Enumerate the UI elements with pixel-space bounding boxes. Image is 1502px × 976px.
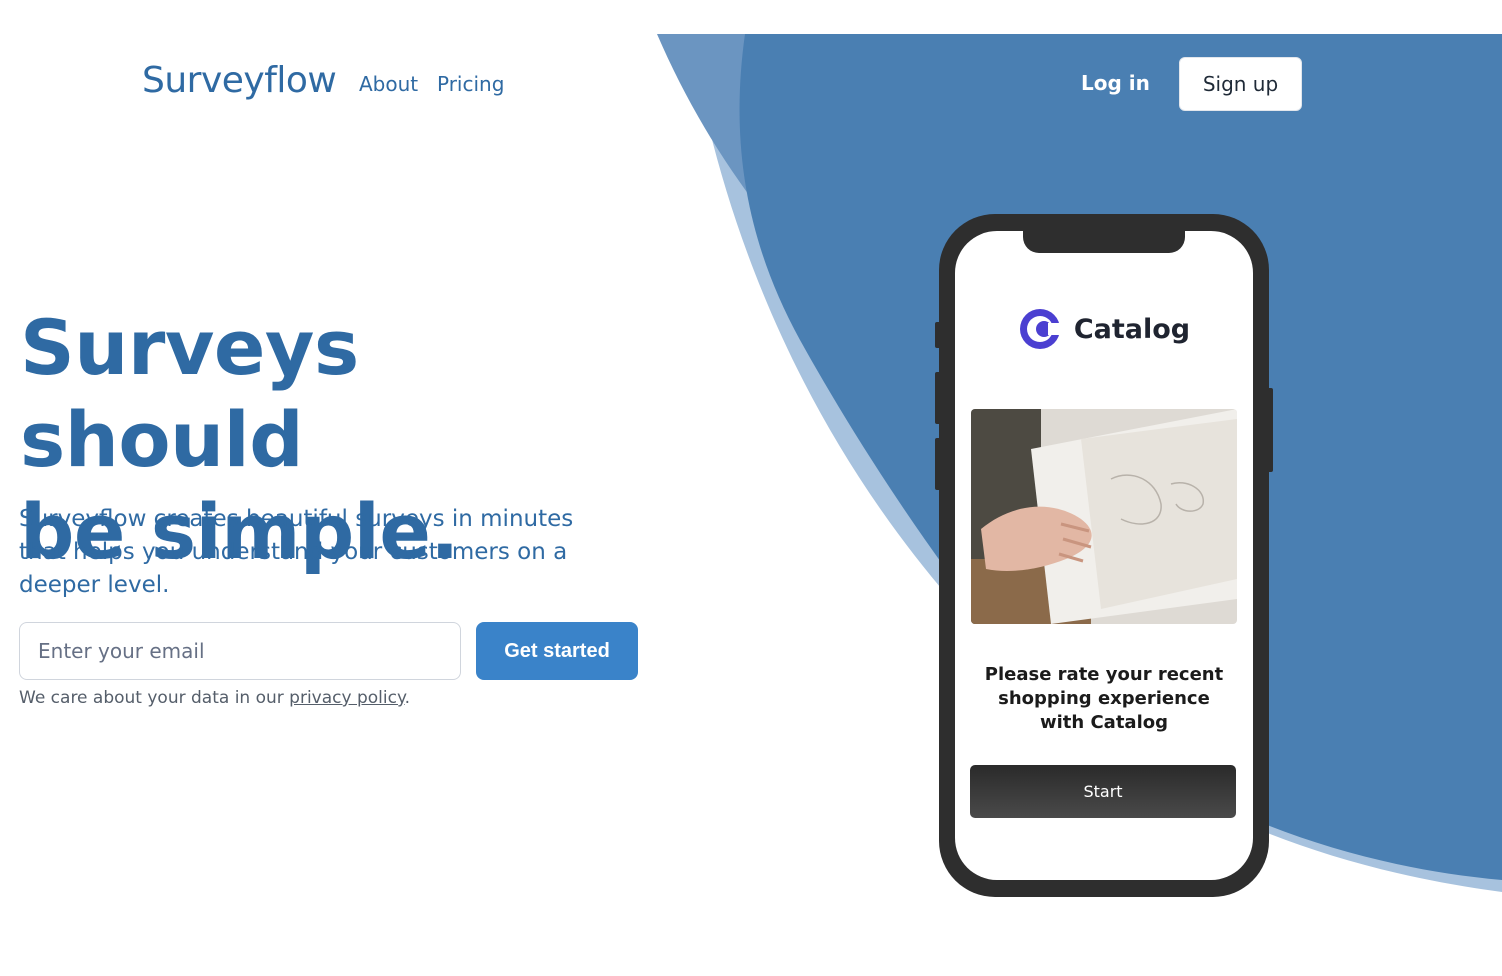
privacy-note-suffix: . bbox=[404, 688, 410, 708]
catalog-photo-illustration bbox=[971, 409, 1237, 624]
phone-mockup: Catalog Please rate your recent shopping… bbox=[939, 214, 1269, 897]
surveyflow-logo[interactable]: Surveyflow bbox=[142, 60, 337, 101]
phone-screen: Catalog Please rate your recent shopping… bbox=[955, 231, 1253, 880]
catalog-product-image bbox=[971, 409, 1237, 624]
privacy-policy-link[interactable]: privacy policy bbox=[289, 688, 404, 708]
survey-start-button[interactable]: Start bbox=[970, 765, 1236, 818]
catalog-brand-name: Catalog bbox=[1073, 313, 1191, 345]
get-started-button[interactable]: Get started bbox=[476, 622, 638, 680]
survey-prompt: Please rate your recent shopping experie… bbox=[984, 664, 1224, 733]
catalog-brand: Catalog bbox=[955, 307, 1253, 351]
login-link[interactable]: Log in bbox=[1081, 71, 1150, 95]
nav-link-about[interactable]: About bbox=[359, 72, 418, 96]
privacy-note: We care about your data in our privacy p… bbox=[19, 688, 410, 708]
privacy-note-prefix: We care about your data in our bbox=[19, 688, 290, 708]
email-input[interactable] bbox=[19, 622, 461, 680]
hero-headline-line1: Surveys should bbox=[20, 303, 359, 484]
catalog-logo-icon bbox=[1019, 309, 1062, 349]
hero-subtitle: Surveyflow creates beautiful surveys in … bbox=[19, 506, 574, 598]
nav-link-pricing[interactable]: Pricing bbox=[437, 72, 504, 96]
signup-button[interactable]: Sign up bbox=[1179, 57, 1302, 111]
phone-notch bbox=[1023, 231, 1185, 253]
